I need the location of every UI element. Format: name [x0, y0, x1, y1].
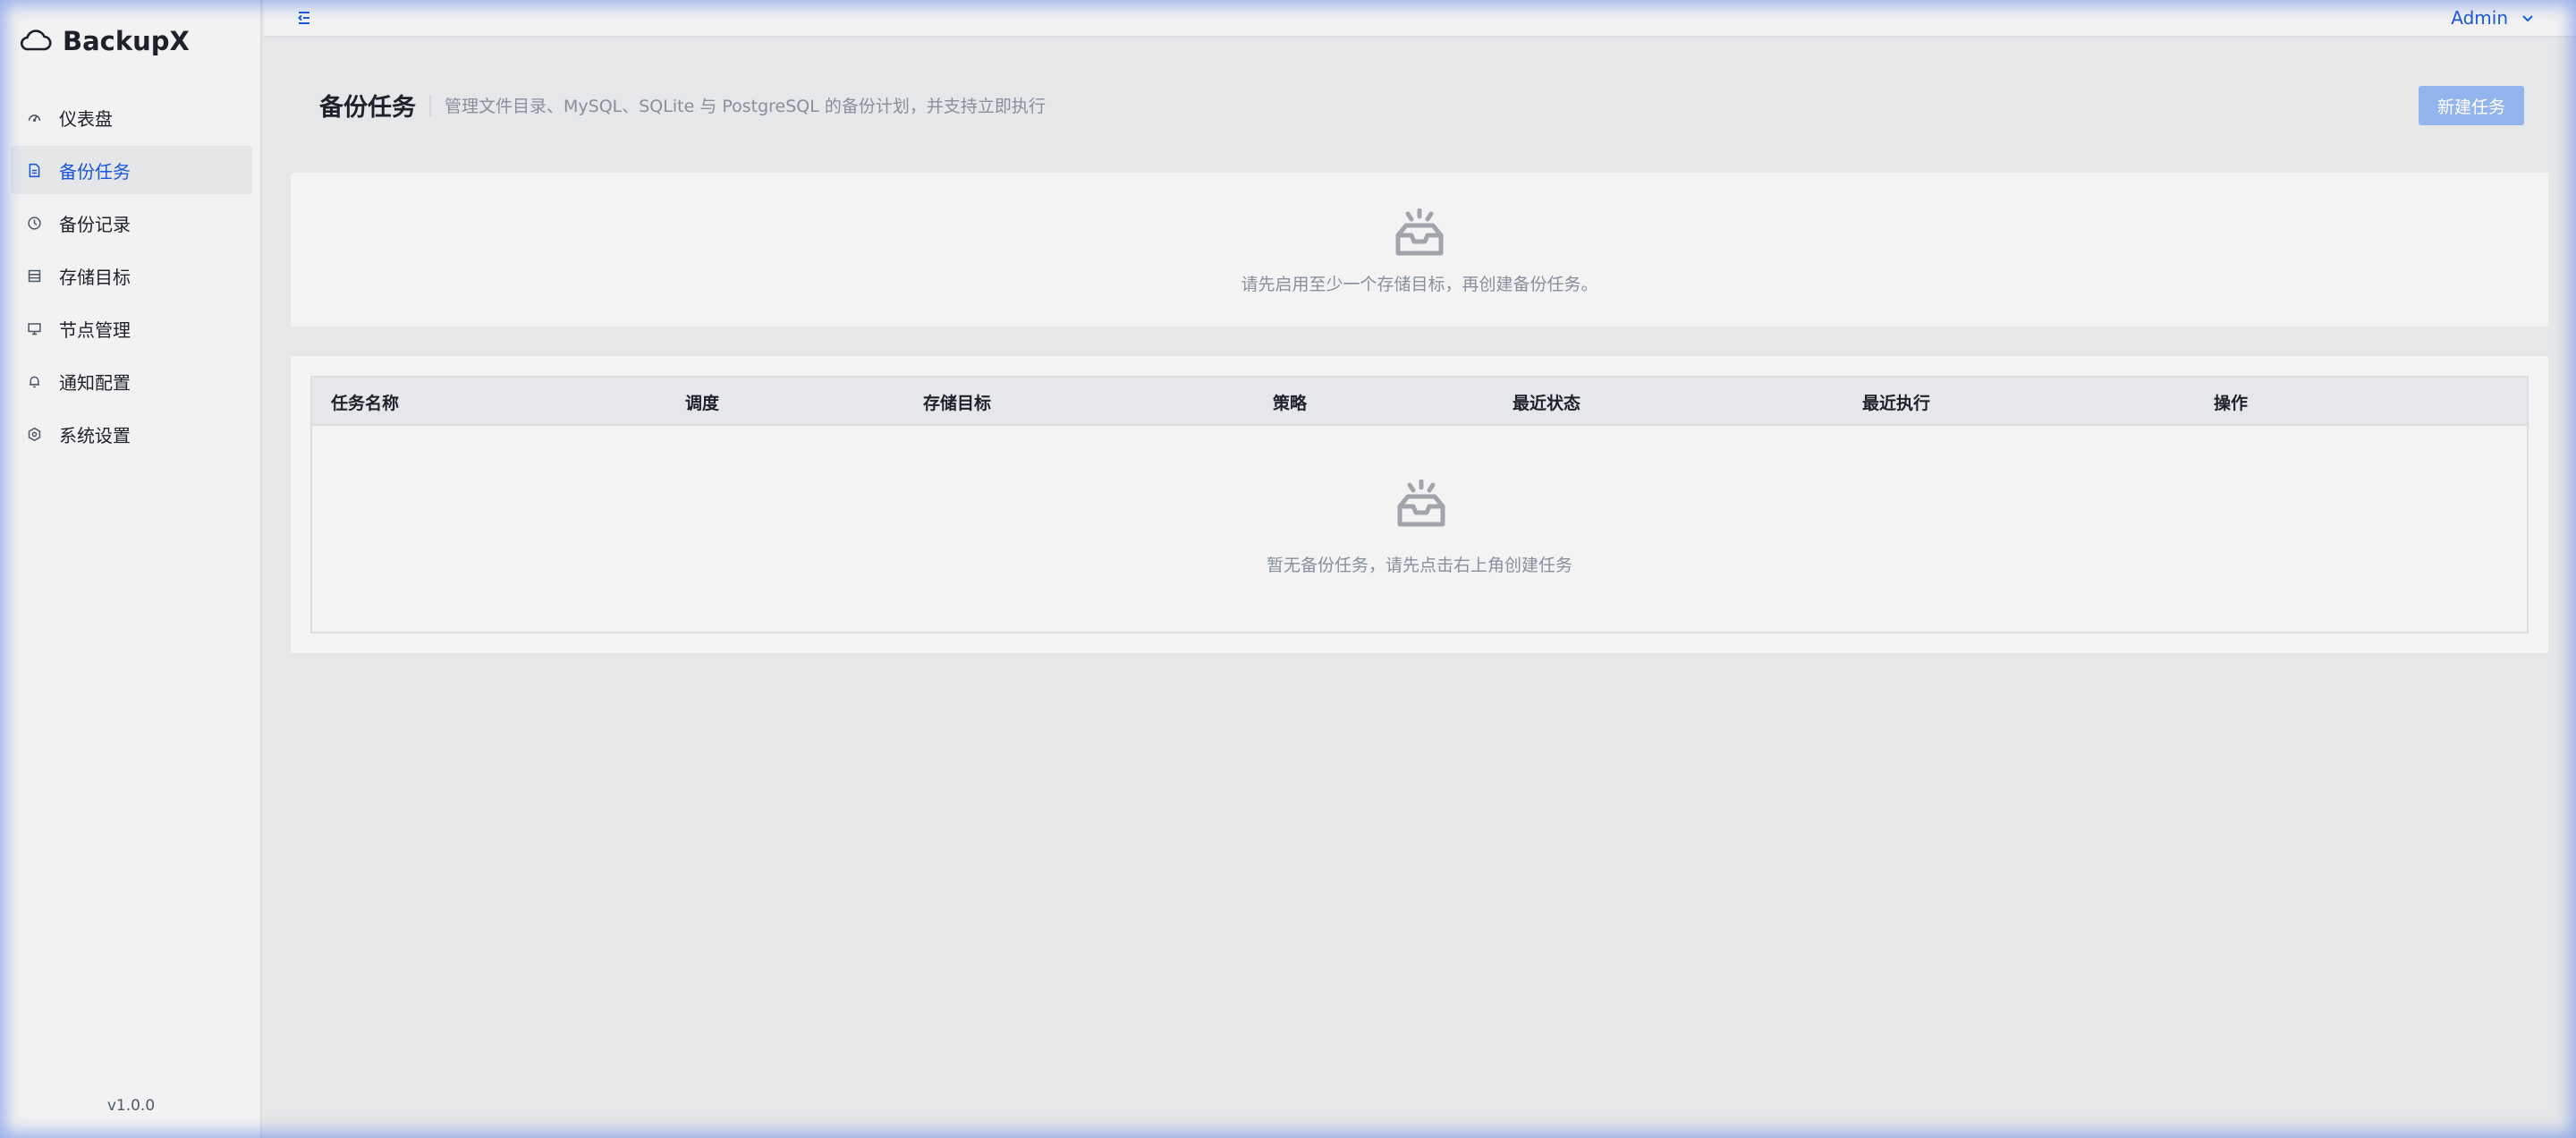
sidebar-item-label: 存储目标 [59, 266, 131, 288]
file-icon [25, 161, 43, 179]
sidebar-item-label: 备份记录 [59, 213, 131, 235]
dashboard-icon [25, 108, 43, 126]
sidebar-item-label: 备份任务 [59, 160, 131, 183]
app-name: BackupX [63, 26, 190, 56]
cloud-icon [20, 27, 52, 55]
column-header-policy[interactable]: 策略 [1273, 390, 1307, 414]
sidebar-item-label: 节点管理 [59, 318, 131, 341]
sidebar-item-notifications[interactable]: 通知配置 [11, 357, 252, 405]
app-logo[interactable]: BackupX [20, 23, 190, 59]
new-task-button[interactable]: 新建任务 [2419, 86, 2524, 125]
column-header-task-name[interactable]: 任务名称 [331, 390, 399, 414]
title-divider [429, 95, 431, 116]
notice-text: 请先启用至少一个存储目标，再创建备份任务。 [1241, 275, 1598, 294]
sidebar-item-backup-tasks[interactable]: 备份任务 [11, 146, 252, 194]
column-header-last-run[interactable]: 最近执行 [1862, 390, 1930, 414]
tasks-table-card: 任务名称 调度 存储目标 策略 最近状态 最近执行 操作 暂无备份任务，请先点击… [291, 356, 2548, 653]
sidebar-item-label: 通知配置 [59, 371, 131, 394]
storage-notice-card: 请先启用至少一个存储目标，再创建备份任务。 [291, 173, 2548, 327]
sidebar-item-label: 系统设置 [59, 424, 131, 446]
history-icon [25, 214, 43, 232]
page-description: 管理文件目录、MySQL、SQLite 与 PostgreSQL 的备份计划，并… [445, 97, 1046, 116]
sidebar-item-label: 仪表盘 [59, 107, 113, 130]
user-menu[interactable]: Admin [2451, 7, 2535, 29]
storage-icon [25, 267, 43, 284]
user-name: Admin [2451, 7, 2508, 29]
empty-inbox-icon [1394, 479, 1448, 530]
sidebar-item-storage-targets[interactable]: 存储目标 [11, 251, 252, 300]
monitor-icon [25, 319, 43, 337]
top-header: Admin [264, 0, 2576, 38]
bell-icon [25, 372, 43, 390]
column-header-storage-target[interactable]: 存储目标 [923, 390, 991, 414]
settings-icon [25, 425, 43, 443]
tasks-table: 任务名称 调度 存储目标 策略 最近状态 最近执行 操作 暂无备份任务，请先点击… [310, 376, 2529, 633]
column-header-actions[interactable]: 操作 [2214, 390, 2248, 414]
empty-inbox-icon [1393, 208, 1446, 259]
table-empty-text: 暂无备份任务，请先点击右上角创建任务 [1266, 556, 1572, 575]
sidebar-item-system-settings[interactable]: 系统设置 [11, 410, 252, 458]
sidebar-nav: 仪表盘 备份任务 备份记录 存储目标 节点管理 通知配置 系统设置 [11, 93, 252, 463]
sidebar-item-backup-records[interactable]: 备份记录 [11, 199, 252, 247]
menu-fold-icon[interactable] [296, 10, 314, 28]
column-header-last-status[interactable]: 最近状态 [1513, 390, 1580, 414]
table-header: 任务名称 调度 存储目标 策略 最近状态 最近执行 操作 [312, 378, 2527, 426]
chevron-down-icon [2521, 11, 2535, 25]
page-title: 备份任务 [319, 94, 416, 122]
app-version: v1.0.0 [106, 1097, 156, 1115]
sidebar-item-node-management[interactable]: 节点管理 [11, 304, 252, 352]
sidebar: BackupX 仪表盘 备份任务 备份记录 存储目标 节点管理 通知配置 系统设… [0, 0, 262, 1138]
sidebar-item-dashboard[interactable]: 仪表盘 [11, 93, 252, 141]
column-header-schedule[interactable]: 调度 [685, 390, 719, 414]
